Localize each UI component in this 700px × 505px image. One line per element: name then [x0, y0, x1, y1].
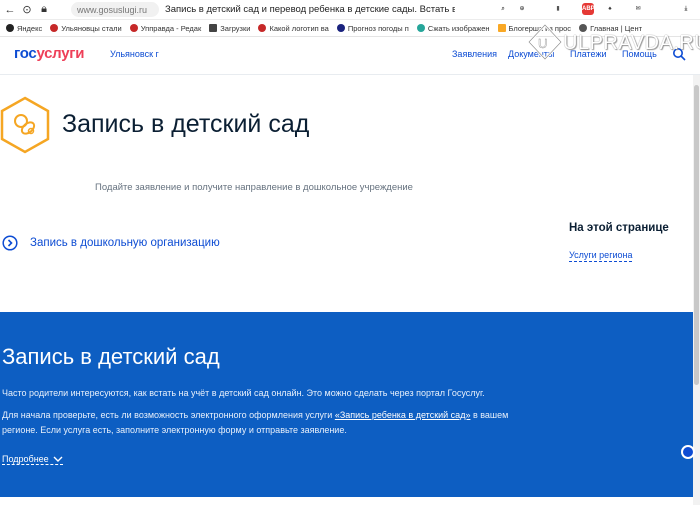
ulpravda-icon	[50, 24, 59, 32]
info-paragraph-2: Для начала проверьте, есть ли возможност…	[2, 408, 522, 438]
ulpravda-icon	[258, 24, 267, 32]
nav-applications[interactable]: Заявления	[452, 49, 497, 59]
back-icon[interactable]: ←	[3, 4, 17, 16]
enroll-action-link[interactable]: Запись в дошкольную организацию	[2, 235, 220, 251]
download-icon	[209, 24, 218, 32]
enroll-action-label: Запись в дошкольную организацию	[30, 237, 220, 249]
tab-title: Запись в детский сад и перевод ребенка в…	[165, 4, 455, 15]
bookmark-label: Яндекс	[17, 23, 43, 33]
logo-part2: услуги	[36, 45, 85, 62]
weather-icon	[336, 24, 345, 32]
watermark-emblem-icon: U	[527, 23, 563, 61]
bookmark-label: Упправда - Редак	[140, 23, 202, 33]
url-text: www.gosuslugi.ru	[77, 4, 148, 15]
download-icon[interactable]: ⤓	[680, 3, 692, 15]
bookmark-label: Загрузки	[220, 23, 251, 33]
address-bar[interactable]: www.gosuslugi.ru	[71, 2, 159, 17]
bookmark-item[interactable]: Упправда - Редак	[129, 23, 202, 33]
svg-text:U: U	[538, 36, 547, 51]
bookmark-label: Какой логотип ва	[269, 23, 329, 33]
bookmark-item[interactable]: Прогноз погоды п	[336, 23, 409, 33]
bookmark-item[interactable]: Какой логотип ва	[258, 23, 329, 33]
page-title: Запись в детский сад	[62, 110, 310, 138]
more-toggle[interactable]: Подробнее	[2, 454, 63, 465]
bookmark-label: Прогноз погоды п	[347, 23, 409, 33]
extension-icon[interactable]: ♠	[604, 3, 616, 15]
mail-icon[interactable]: ✉	[632, 3, 644, 15]
info-text: Для начала проверьте, есть ли возможност…	[2, 410, 335, 420]
scrollbar-thumb[interactable]	[694, 85, 699, 385]
chevron-right-circle-icon	[2, 235, 18, 251]
bookmark-label: Сжать изображен	[427, 23, 490, 33]
pacifier-icon	[0, 96, 50, 154]
page-scrollbar[interactable]	[693, 75, 700, 505]
folder-icon	[497, 24, 506, 32]
watermark-logo: U ULPRAVDA.RU	[525, 22, 700, 62]
translate-icon[interactable]: ⊕	[516, 3, 528, 15]
city-selector[interactable]: Ульяновск г	[110, 49, 159, 59]
yandex-browser-icon[interactable]: ⊙	[20, 3, 34, 16]
cloud-icon	[416, 24, 425, 32]
lock-icon[interactable]: 🔒︎	[37, 3, 51, 16]
zoom-icon[interactable]: ⌕	[497, 3, 509, 15]
info-title: Запись в детский сад	[2, 344, 220, 369]
info-paragraph-1: Часто родители интересуются, как встать …	[2, 388, 485, 398]
aside-title: На этой странице	[569, 222, 669, 234]
browser-toolbar: ← ⊙ 🔒︎ www.gosuslugi.ru Запись в детский…	[0, 0, 700, 20]
page-lead: Подайте заявление и получите направление…	[95, 182, 413, 193]
gosuslugi-logo[interactable]: госуслуги	[14, 45, 84, 62]
browser-window: ← ⊙ 🔒︎ www.gosuslugi.ru Запись в детский…	[0, 0, 700, 505]
more-label: Подробнее	[2, 454, 49, 464]
bookmark-item[interactable]: Яндекс	[6, 24, 42, 33]
bookmark-icon[interactable]: ▮	[552, 3, 564, 15]
bookmark-item[interactable]: Сжать изображен	[416, 23, 490, 33]
service-link[interactable]: «Запись ребенка в детский сад»	[335, 410, 471, 420]
adblock-icon[interactable]: ABP	[582, 3, 595, 15]
bookmark-label: Ульяновцы стали	[61, 23, 122, 33]
yandex-icon	[6, 24, 14, 32]
bookmark-item[interactable]: Ульяновцы стали	[50, 24, 122, 33]
chevron-down-icon	[53, 456, 63, 462]
logo-part1: гос	[14, 45, 37, 62]
chat-assistant-button[interactable]	[681, 445, 695, 459]
bookmark-item[interactable]: Загрузки	[209, 24, 250, 33]
aside-link-region-services[interactable]: Услуги региона	[569, 250, 633, 262]
watermark-text: ULPRAVDA.RU	[563, 32, 700, 54]
info-section: Запись в детский сад Часто родители инте…	[0, 312, 693, 497]
ulpravda-icon	[129, 24, 138, 32]
